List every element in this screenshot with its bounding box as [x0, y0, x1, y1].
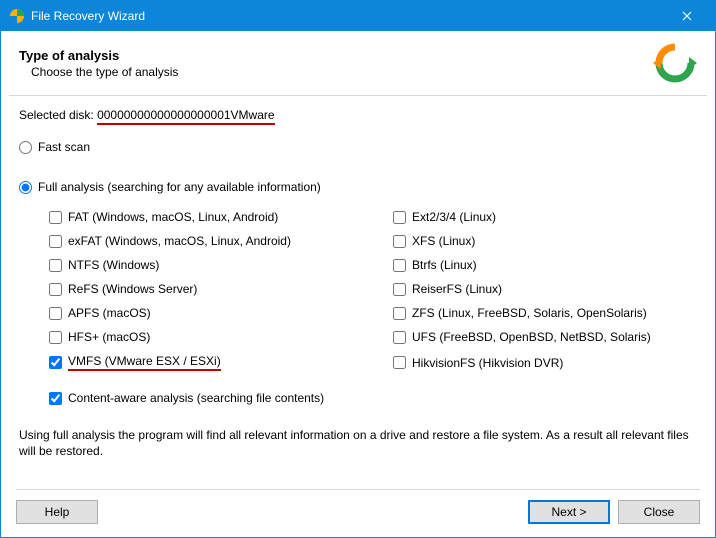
- filesystem-checkbox[interactable]: Ext2/3/4 (Linux): [393, 210, 697, 224]
- filesystem-label: exFAT (Windows, macOS, Linux, Android): [68, 234, 291, 248]
- filesystem-checkbox[interactable]: APFS (macOS): [49, 306, 353, 320]
- filesystem-label: Btrfs (Linux): [412, 258, 477, 272]
- content-aware-label: Content-aware analysis (searching file c…: [68, 391, 324, 405]
- filesystem-checkbox-input[interactable]: [393, 283, 406, 296]
- close-icon: [682, 11, 692, 21]
- filesystem-label: FAT (Windows, macOS, Linux, Android): [68, 210, 278, 224]
- filesystem-checkbox-input[interactable]: [49, 235, 62, 248]
- fast-scan-radio-input[interactable]: [19, 141, 32, 154]
- filesystem-checkbox-input[interactable]: [393, 331, 406, 344]
- filesystem-checkbox[interactable]: ReFS (Windows Server): [49, 282, 353, 296]
- app-icon: [9, 8, 25, 24]
- filesystem-label: NTFS (Windows): [68, 258, 159, 272]
- filesystem-checkbox[interactable]: HFS+ (macOS): [49, 330, 353, 344]
- filesystem-checkbox[interactable]: Btrfs (Linux): [393, 258, 697, 272]
- selected-disk-label: Selected disk:: [19, 108, 94, 122]
- fast-scan-radio[interactable]: Fast scan: [19, 140, 697, 154]
- filesystem-checkbox-input[interactable]: [49, 259, 62, 272]
- filesystem-label: HFS+ (macOS): [68, 330, 150, 344]
- filesystem-label: ReiserFS (Linux): [412, 282, 502, 296]
- filesystem-label: Ext2/3/4 (Linux): [412, 210, 496, 224]
- filesystem-grid: FAT (Windows, macOS, Linux, Android) Ext2…: [19, 200, 697, 375]
- filesystem-checkbox-input[interactable]: [393, 259, 406, 272]
- page-subtitle: Choose the type of analysis: [19, 65, 653, 79]
- content-aware-checkbox[interactable]: Content-aware analysis (searching file c…: [49, 391, 697, 405]
- filesystem-checkbox[interactable]: ZFS (Linux, FreeBSD, Solaris, OpenSolari…: [393, 306, 697, 320]
- filesystem-checkbox[interactable]: VMFS (VMware ESX / ESXi): [49, 354, 353, 371]
- filesystem-checkbox-input[interactable]: [49, 331, 62, 344]
- help-button[interactable]: Help: [16, 500, 98, 524]
- filesystem-checkbox[interactable]: ReiserFS (Linux): [393, 282, 697, 296]
- filesystem-checkbox-input[interactable]: [393, 235, 406, 248]
- page-title: Type of analysis: [19, 48, 653, 63]
- selected-disk-row: Selected disk: 00000000000000000001VMwar…: [19, 108, 697, 122]
- filesystem-checkbox[interactable]: FAT (Windows, macOS, Linux, Android): [49, 210, 353, 224]
- analysis-explanation: Using full analysis the program will fin…: [1, 405, 715, 459]
- wizard-header: Type of analysis Choose the type of anal…: [1, 31, 715, 91]
- full-analysis-radio-input[interactable]: [19, 181, 32, 194]
- window-title: File Recovery Wizard: [31, 9, 667, 23]
- selected-disk-value: 00000000000000000001VMware: [97, 108, 275, 125]
- filesystem-checkbox-input[interactable]: [49, 283, 62, 296]
- fast-scan-label: Fast scan: [38, 140, 90, 154]
- filesystem-checkbox[interactable]: NTFS (Windows): [49, 258, 353, 272]
- filesystem-label: ZFS (Linux, FreeBSD, Solaris, OpenSolari…: [412, 306, 647, 320]
- full-analysis-label: Full analysis (searching for any availab…: [38, 180, 321, 194]
- filesystem-checkbox[interactable]: HikvisionFS (Hikvision DVR): [393, 354, 697, 371]
- filesystem-checkbox-input[interactable]: [49, 307, 62, 320]
- titlebar: File Recovery Wizard: [1, 1, 715, 31]
- filesystem-checkbox-input[interactable]: [393, 211, 406, 224]
- footer-separator: [16, 489, 700, 490]
- filesystem-label: APFS (macOS): [68, 306, 151, 320]
- close-button[interactable]: Close: [618, 500, 700, 524]
- filesystem-checkbox[interactable]: exFAT (Windows, macOS, Linux, Android): [49, 234, 353, 248]
- filesystem-label: UFS (FreeBSD, OpenBSD, NetBSD, Solaris): [412, 330, 651, 344]
- next-button[interactable]: Next >: [528, 500, 610, 524]
- window-close-button[interactable]: [667, 1, 707, 31]
- filesystem-checkbox-input[interactable]: [49, 211, 62, 224]
- filesystem-checkbox-input[interactable]: [393, 356, 406, 369]
- filesystem-checkbox[interactable]: XFS (Linux): [393, 234, 697, 248]
- filesystem-label: VMFS (VMware ESX / ESXi): [68, 354, 221, 371]
- content-aware-checkbox-input[interactable]: [49, 392, 62, 405]
- footer: Help Next > Close: [0, 479, 716, 538]
- filesystem-checkbox-input[interactable]: [49, 356, 62, 369]
- filesystem-checkbox-input[interactable]: [393, 307, 406, 320]
- filesystem-checkbox[interactable]: UFS (FreeBSD, OpenBSD, NetBSD, Solaris): [393, 330, 697, 344]
- wizard-icon: [653, 41, 697, 85]
- filesystem-label: XFS (Linux): [412, 234, 475, 248]
- filesystem-label: HikvisionFS (Hikvision DVR): [412, 356, 563, 370]
- filesystem-label: ReFS (Windows Server): [68, 282, 197, 296]
- full-analysis-radio[interactable]: Full analysis (searching for any availab…: [19, 180, 697, 194]
